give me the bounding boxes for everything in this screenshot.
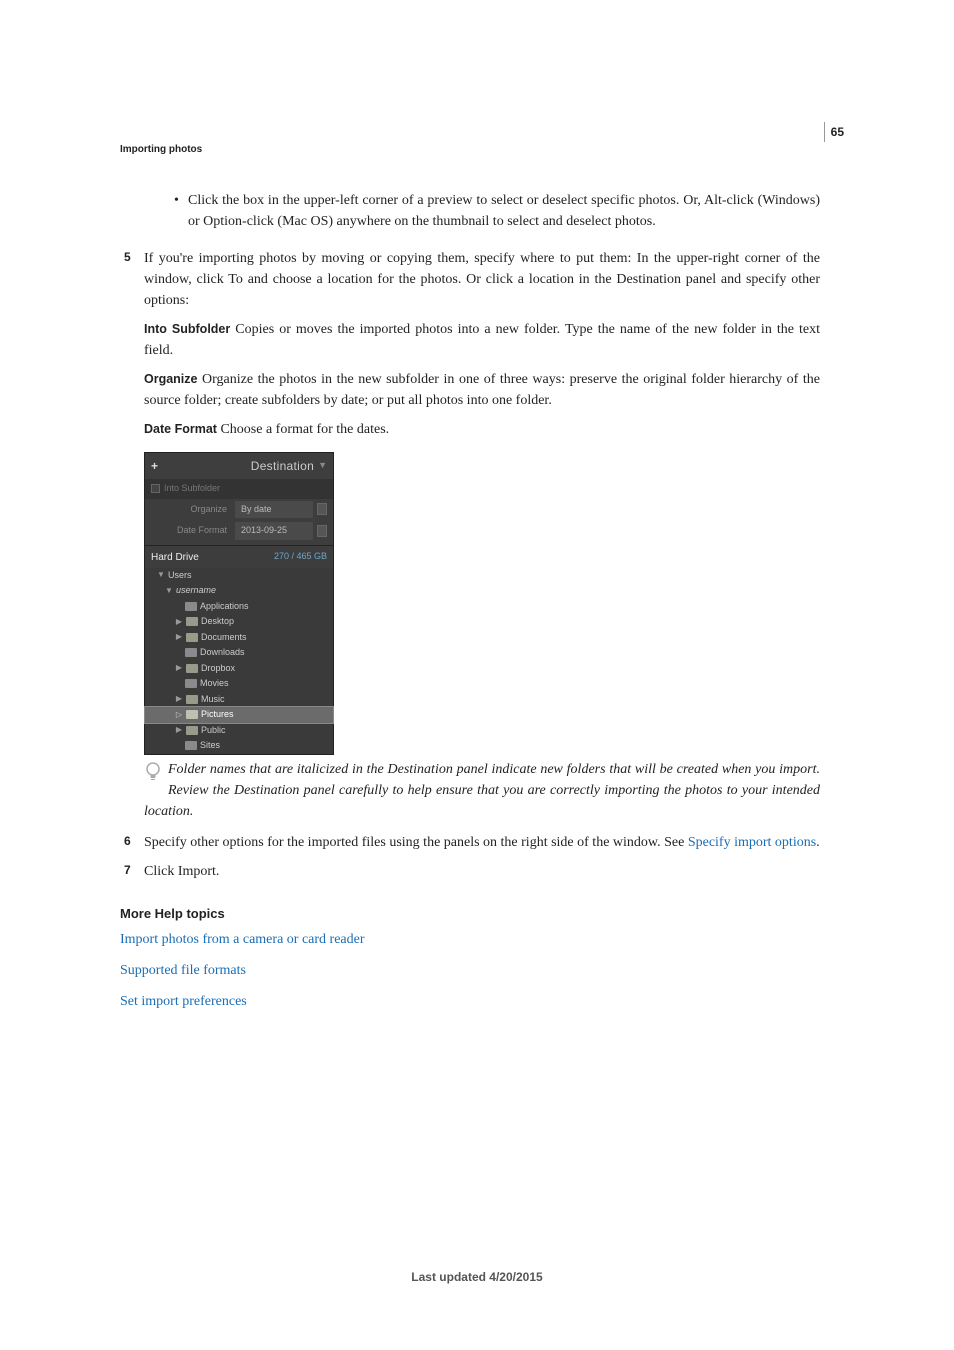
folder-icon [185, 648, 197, 657]
drive-row: Hard Drive 270 / 465 GB [145, 547, 333, 568]
destination-panel-screenshot: + Destination ▼ Into Subfolder Organize … [144, 452, 334, 755]
step-text-a: Specify other options for the imported f… [144, 835, 688, 850]
tree-movies: Movies [145, 676, 333, 692]
folder-name: Sites [200, 739, 220, 753]
bullet-item: Click the box in the upper-left corner o… [174, 190, 820, 232]
folder-icon [186, 695, 198, 704]
folder-icon [186, 664, 198, 673]
plus-icon: + [151, 457, 158, 475]
folder-icon [186, 710, 198, 719]
tip-note: Folder names that are italicized in the … [144, 759, 820, 822]
panel-title: Destination [251, 457, 314, 475]
section-header: Importing photos [120, 142, 202, 157]
dropdown-icon [317, 503, 327, 515]
dropdown-icon [317, 525, 327, 537]
step-6: 6 Specify other options for the imported… [120, 832, 820, 853]
drive-name: Hard Drive [151, 550, 199, 565]
definition-date-format: Date Format Choose a format for the date… [144, 419, 820, 440]
page-number: 65 [824, 122, 844, 142]
folder-name: Documents [201, 631, 247, 645]
tree-downloads: Downloads [145, 645, 333, 661]
def-text: Organize the photos in the new subfolder… [144, 372, 820, 408]
folder-name: username [176, 584, 216, 598]
tip-text: Folder names that are italicized in the … [144, 762, 820, 819]
tree-users: ▼Users [145, 568, 333, 584]
def-label: Date Format [144, 422, 217, 436]
step-5: 5 If you're importing photos by moving o… [120, 248, 820, 311]
tree-applications: Applications [145, 599, 333, 615]
tree-desktop: ▶Desktop [145, 614, 333, 630]
folder-name: Music [201, 693, 225, 707]
date-format-value: 2013-09-25 [235, 522, 313, 540]
step-number: 7 [124, 861, 131, 879]
def-text: Choose a format for the dates. [217, 422, 389, 437]
folder-icon [186, 617, 198, 626]
lightbulb-icon [144, 761, 162, 790]
def-label: Into Subfolder [144, 322, 230, 336]
panel-header: + Destination ▼ [145, 453, 333, 479]
definition-organize: Organize Organize the photos in the new … [144, 369, 820, 411]
organize-row: Organize By date [145, 499, 333, 521]
tree-documents: ▶Documents [145, 630, 333, 646]
step-number: 6 [124, 832, 131, 850]
folder-name: Desktop [201, 615, 234, 629]
def-text: Copies or moves the imported photos into… [144, 322, 820, 358]
tree-music: ▶Music [145, 692, 333, 708]
page-footer: Last updated 4/20/2015 [0, 1268, 954, 1286]
date-format-row: Date Format 2013-09-25 [145, 520, 333, 542]
folder-name: Dropbox [201, 662, 235, 676]
definition-into-subfolder: Into Subfolder Copies or moves the impor… [144, 319, 820, 361]
folder-name: Movies [200, 677, 229, 691]
link-specify-import-options[interactable]: Specify import options [688, 835, 816, 850]
chevron-down-icon: ▼ [318, 459, 327, 473]
step-text: If you're importing photos by moving or … [144, 251, 820, 308]
page-content: Click the box in the upper-left corner o… [120, 190, 820, 1022]
tree-dropbox: ▶Dropbox [145, 661, 333, 677]
link-set-import-prefs[interactable]: Set import preferences [120, 991, 820, 1012]
tree-pictures: ▷Pictures [145, 707, 333, 723]
folder-icon [185, 741, 197, 750]
folder-name: Users [168, 569, 192, 583]
step-text-b: . [816, 835, 820, 850]
date-format-label: Date Format [151, 524, 231, 538]
step-7: 7 Click Import. [120, 861, 820, 882]
tree-username: ▼username [145, 583, 333, 599]
drive-size: 270 / 465 GB [274, 550, 327, 565]
folder-name: Public [201, 724, 226, 738]
into-subfolder-row: Into Subfolder [145, 479, 333, 499]
folder-icon [185, 679, 197, 688]
checkbox-icon [151, 484, 160, 493]
link-supported-formats[interactable]: Supported file formats [120, 960, 820, 981]
link-import-camera[interactable]: Import photos from a camera or card read… [120, 929, 820, 950]
step-text: Click Import. [144, 864, 219, 879]
folder-icon [186, 633, 198, 642]
step-number: 5 [124, 248, 131, 266]
more-help-heading: More Help topics [120, 904, 820, 924]
tree-sites: Sites [145, 738, 333, 754]
folder-tree: ▼Users ▼username Applications ▶Desktop ▶… [145, 568, 333, 754]
organize-label: Organize [151, 503, 231, 517]
folder-name: Applications [200, 600, 249, 614]
organize-value: By date [235, 501, 313, 519]
folder-icon [185, 602, 197, 611]
into-subfolder-label: Into Subfolder [164, 482, 220, 496]
tree-public: ▶Public [145, 723, 333, 739]
def-label: Organize [144, 372, 198, 386]
divider [145, 545, 333, 546]
folder-name: Pictures [201, 708, 234, 722]
folder-icon [186, 726, 198, 735]
folder-name: Downloads [200, 646, 245, 660]
